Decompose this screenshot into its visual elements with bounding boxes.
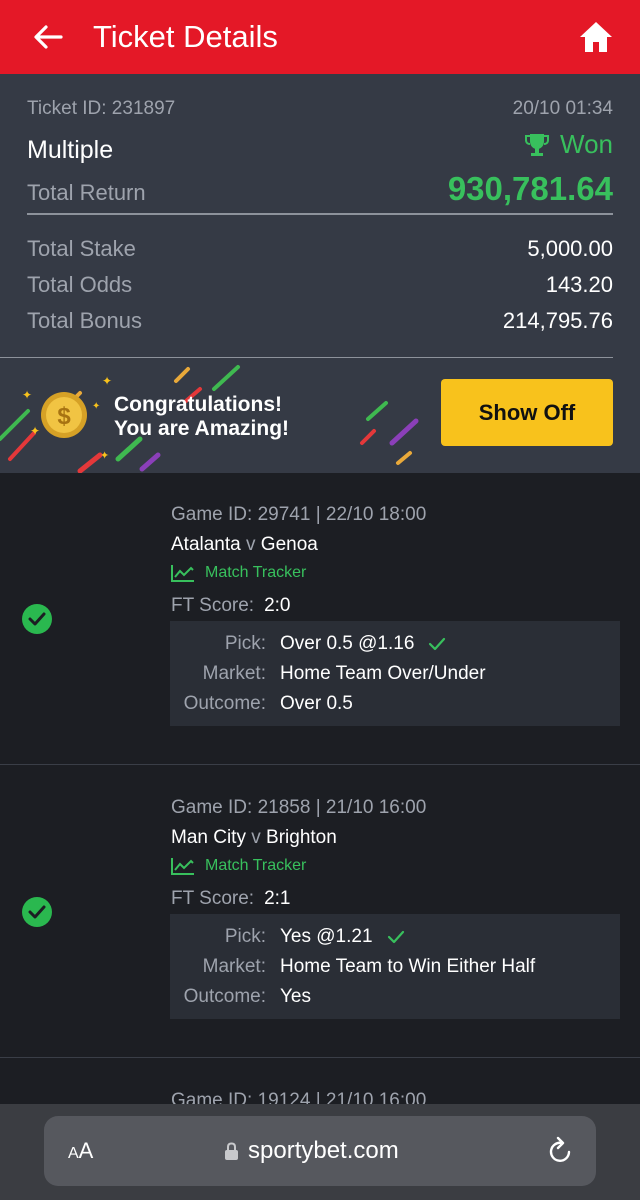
- ticket-id: Ticket ID: 231897: [27, 98, 176, 119]
- pick-details: Pick: Yes @1.21 Market: Home Team to Win…: [170, 914, 620, 1019]
- svg-text:✦: ✦: [100, 450, 109, 462]
- trophy-icon: [525, 133, 549, 156]
- total-stake-label: Total Stake: [27, 236, 136, 261]
- pick-value-wrap: Yes @1.21: [280, 926, 405, 948]
- total-odds-value: 143.20: [545, 272, 613, 297]
- total-bonus-label: Total Bonus: [27, 308, 142, 333]
- outcome-label: Outcome:: [183, 693, 266, 714]
- home-icon: [580, 22, 612, 52]
- url-text: sportybet.com: [248, 1137, 399, 1164]
- pick-value: Yes @1.21: [280, 926, 373, 947]
- total-stake-row: Total Stake 5,000.00: [27, 236, 613, 262]
- back-button[interactable]: [18, 0, 78, 74]
- total-return-value: 930,781.64: [447, 170, 613, 207]
- check-icon: [387, 930, 404, 944]
- selection-item: Game ID: 21858 | 21/10 16:00 Man City v …: [0, 766, 640, 1058]
- svg-text:✦: ✦: [102, 374, 112, 388]
- ft-score-value: 2:1: [264, 888, 291, 909]
- divider: [27, 213, 613, 215]
- check-icon: [429, 637, 446, 651]
- lock-icon: [225, 1141, 238, 1160]
- market-label: Market:: [202, 956, 266, 977]
- game-id: Game ID: 29741 | 22/10 18:00: [171, 504, 427, 525]
- total-return-label: Total Return: [27, 180, 146, 205]
- arrow-left-icon: [34, 25, 63, 49]
- aa-large: A: [78, 1138, 94, 1163]
- ft-score-label: FT Score:: [171, 595, 255, 616]
- svg-text:✦: ✦: [30, 424, 40, 438]
- selection-item: Game ID: 29741 | 22/10 18:00 Atalanta v …: [0, 473, 640, 765]
- pick-value: Over 0.5 @1.16: [280, 633, 415, 654]
- market-value: Home Team to Win Either Half: [280, 956, 536, 977]
- ft-score-label: FT Score:: [171, 888, 255, 909]
- congrats-line-1: Congratulations!: [114, 393, 282, 416]
- show-off-button[interactable]: Show Off: [441, 379, 613, 446]
- ticket-datetime: 20/10 01:34: [512, 98, 613, 119]
- ft-score: FT Score: 2:1: [171, 888, 290, 910]
- ticket-type-row: Multiple Won: [27, 129, 613, 165]
- home-team: Atalanta: [171, 534, 241, 555]
- pick-value-wrap: Over 0.5 @1.16: [280, 633, 446, 655]
- match-tracker-label: Match Tracker: [205, 564, 307, 581]
- congrats-line-2: You are Amazing!: [114, 417, 290, 440]
- aa-small: A: [68, 1145, 79, 1162]
- outcome-value: Over 0.5: [280, 693, 353, 714]
- versus-label: v: [246, 534, 256, 555]
- ticket-summary: Ticket ID: 231897 20/10 01:34 Multiple W…: [0, 74, 640, 473]
- outcome-value: Yes: [280, 986, 311, 1007]
- match-tracker-link[interactable]: Match Tracker: [171, 857, 306, 875]
- divider: [0, 357, 613, 358]
- pick-label: Pick:: [224, 633, 266, 654]
- svg-text:✦: ✦: [22, 388, 32, 402]
- status-badge: Won: [524, 129, 613, 160]
- home-button[interactable]: [578, 20, 614, 54]
- congrats-text: Congratulations! You are Amazing!: [114, 393, 289, 441]
- pick-label: Pick:: [224, 926, 266, 947]
- total-odds-label: Total Odds: [27, 272, 133, 297]
- address-bar[interactable]: AA sportybet.com: [44, 1116, 596, 1186]
- check-circle-icon: [22, 604, 52, 634]
- total-bonus-value: 214,795.76: [502, 308, 613, 333]
- status-text: Won: [560, 129, 613, 159]
- market-value: Home Team Over/Under: [280, 663, 486, 684]
- ticket-id-row: Ticket ID: 231897 20/10 01:34: [27, 98, 613, 120]
- away-team: Brighton: [266, 827, 337, 848]
- total-return-row: Total Return 930,781.64: [27, 170, 613, 208]
- reload-icon[interactable]: [546, 1136, 574, 1166]
- url-display: sportybet.com: [224, 1137, 399, 1165]
- page-title: Ticket Details: [93, 19, 278, 54]
- browser-toolbar: AA sportybet.com: [0, 1104, 640, 1200]
- check-circle-icon: [22, 897, 52, 927]
- congrats-banner: ✦ ✦ ✦ ✦ ✦ $ Congratulations! You are Ama…: [0, 359, 640, 473]
- total-stake-value: 5,000.00: [527, 236, 613, 261]
- match-tracker-link[interactable]: Match Tracker: [171, 564, 306, 582]
- line-chart-icon: [171, 565, 194, 582]
- svg-text:$: $: [57, 403, 71, 430]
- match-teams: Atalanta v Genoa: [171, 534, 318, 556]
- market-label: Market:: [202, 663, 266, 684]
- top-app-bar: Ticket Details: [0, 0, 640, 74]
- pick-details: Pick: Over 0.5 @1.16 Market: Home Team O…: [170, 621, 620, 726]
- outcome-label: Outcome:: [183, 986, 266, 1007]
- total-bonus-row: Total Bonus 214,795.76: [27, 308, 613, 334]
- svg-text:✦: ✦: [92, 401, 100, 412]
- ft-score-value: 2:0: [264, 595, 291, 616]
- away-team: Genoa: [260, 534, 318, 555]
- home-team: Man City: [171, 827, 246, 848]
- ft-score: FT Score: 2:0: [171, 595, 290, 617]
- ticket-type: Multiple: [27, 135, 114, 164]
- line-chart-icon: [171, 858, 194, 875]
- versus-label: v: [251, 827, 261, 848]
- reader-text-size-button[interactable]: AA: [68, 1138, 93, 1164]
- total-odds-row: Total Odds 143.20: [27, 272, 613, 298]
- match-tracker-label: Match Tracker: [205, 857, 307, 874]
- game-id: Game ID: 21858 | 21/10 16:00: [171, 797, 427, 818]
- match-teams: Man City v Brighton: [171, 827, 337, 849]
